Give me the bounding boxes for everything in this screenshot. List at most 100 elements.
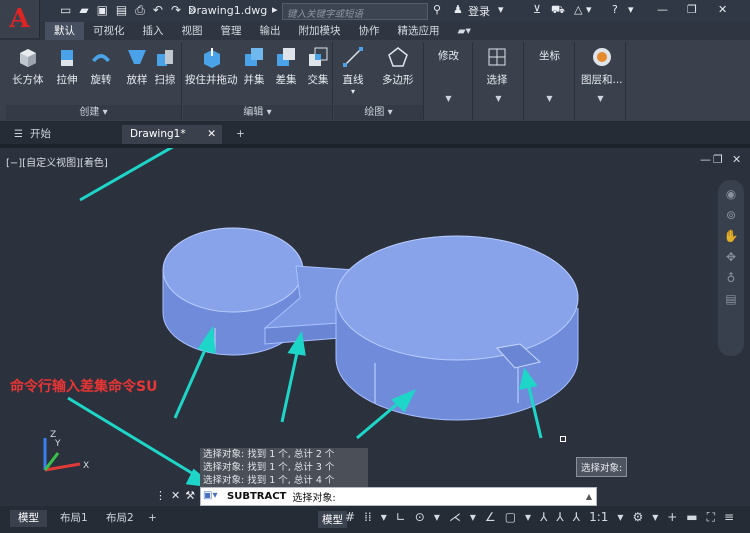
tracking-icon[interactable]: ▢ [505,510,516,525]
dropdown-icon[interactable]: ▾ [628,3,634,16]
subtract-button[interactable]: 差集 [275,46,297,87]
help-icon[interactable]: ? [612,3,618,16]
history-dropdown-icon[interactable]: ▲ [586,492,592,501]
model-space-button[interactable]: 模型 [318,511,347,528]
tab-collaborate[interactable]: 协作 [350,22,389,40]
extrude-button[interactable]: 拉伸 [56,46,78,87]
user-icon[interactable]: ♟ [453,3,463,16]
tab-output[interactable]: 输出 [251,22,290,40]
auto-scale-icon[interactable]: ⅄ [556,510,563,525]
fullscreen-icon[interactable]: ⛶ [707,510,715,525]
triangle-icon[interactable]: △ [574,3,582,16]
tab-view[interactable]: 视图 [173,22,212,40]
panel-edit-title[interactable]: 编辑 ▾ [183,105,332,120]
panel-draw-title[interactable]: 绘图 ▾ [334,105,423,120]
dropdown-icon[interactable]: ▾ [434,510,440,525]
customize-icon[interactable]: ≡ [724,510,734,525]
tab-addins[interactable]: 附加模块 [290,22,350,40]
polar-icon[interactable]: ⊙ [415,510,425,525]
intersect-icon [309,47,328,66]
tab-start[interactable]: 开始 [22,125,59,144]
minimize-icon[interactable]: — [657,3,668,16]
dropdown-icon[interactable]: ▾ [652,510,658,525]
autocad-logo[interactable]: A [0,0,40,38]
search-input[interactable]: 键入关键字或短语 [282,3,428,20]
drawing-viewport[interactable]: [−][自定义视图][着色] — ❐ ✕ ◉ ⊚ ✋ ✥ ♁ ▤ Z Y X 命… [0,144,750,506]
dropdown-icon[interactable]: ▾ [586,3,592,16]
drag-handle-icon[interactable]: ⋮ [155,489,166,502]
select-button[interactable]: 选择 [486,46,508,87]
cart-icon[interactable]: ⊻ [533,3,541,16]
box-button[interactable]: 长方体 [12,46,44,87]
new-tab-icon[interactable]: + [228,125,253,144]
ortho-icon[interactable]: ∟ [396,510,406,525]
loft-button[interactable]: 放样 [126,46,148,87]
restore-icon[interactable]: ❐ [687,3,697,16]
dropdown-icon[interactable]: ▾ [381,510,387,525]
tab-manage[interactable]: 管理 [212,22,251,40]
tab-drawing1[interactable]: Drawing1* ✕ [122,125,222,144]
layers-icon [592,48,611,66]
video-icon[interactable]: ▰▾ [449,22,480,40]
modify-button[interactable]: 修改 [425,48,472,63]
layout-tab-model[interactable]: 模型 [10,510,47,527]
annotation-visibility-icon[interactable]: ⅄ [540,510,547,525]
chevron-down-icon[interactable]: ▼ [576,94,625,103]
isolate-icon[interactable]: ▬ [686,510,697,525]
tab-visualize[interactable]: 可视化 [84,22,134,40]
redo-icon[interactable]: ↷ [171,3,181,18]
chevron-down-icon[interactable]: ▼ [525,94,574,103]
add-layout-icon[interactable]: + [140,510,165,527]
chevron-down-icon[interactable]: ▼ [474,94,523,103]
object-snap-icon[interactable]: ∠ [485,510,496,525]
open-folder-icon[interactable]: ▰ [79,3,88,18]
undo-icon[interactable]: ↶ [153,3,163,18]
grid-icon[interactable]: # [345,510,355,525]
dropdown-icon[interactable]: ▾ [470,510,476,525]
customize-wrench-icon[interactable]: ⚒ [185,489,195,502]
document-tabs: ☰ 开始 Drawing1* ✕ + [0,122,750,144]
tab-featured-apps[interactable]: 精选应用 [389,22,449,40]
tab-default[interactable]: 默认 [45,22,84,40]
binoculars-icon[interactable]: ⚲ [433,3,441,16]
print-icon[interactable]: ⎙ [135,3,145,18]
union-icon [245,48,263,66]
select-cube-icon [488,48,506,66]
autocad-window: ▭ ▰ ▣ ▤ ⎙ ↶ ↷ » Drawing1.dwg ▸ 键入关键字或短语 … [0,0,750,533]
annotation-scale-icon[interactable]: ⅄ [573,510,580,525]
intersect-button[interactable]: 交集 [307,46,329,87]
close-command-icon[interactable]: ✕ [171,489,180,502]
polygon-button[interactable]: 多边形 [382,46,414,87]
union-button[interactable]: 并集 [243,46,265,87]
new-file-icon[interactable]: ▭ [60,3,71,18]
isodraft-icon[interactable]: ⋌ [449,510,461,525]
chevron-down-icon[interactable]: ▼ [425,94,472,103]
line-button[interactable]: 直线 ▾ [342,46,364,96]
layers-button[interactable]: 图层和... [581,46,623,87]
command-input[interactable]: SUBTRACT 选择对象: ▲ [200,487,597,506]
coordinates-button[interactable]: 坐标 [525,48,574,63]
command-icon[interactable]: ▣▾ [203,490,223,504]
gear-icon[interactable]: ⚙ [632,510,643,525]
presspull-button[interactable]: 按住并拖动 [185,46,238,87]
document-title: Drawing1.dwg [188,4,268,17]
layout-tab-layout1[interactable]: 布局1 [52,510,96,527]
panel-edit: 按住并拖动 并集 差集 交集 编辑 ▾ [183,42,333,120]
plus-icon[interactable]: + [667,510,677,525]
panel-create-title[interactable]: 创建 ▾ [6,105,181,120]
scale-value[interactable]: 1:1 [589,510,608,525]
revolve-button[interactable]: 旋转 [90,46,112,87]
close-tab-icon[interactable]: ✕ [207,125,216,144]
save-icon[interactable]: ▣ [97,3,108,18]
login-link[interactable]: 登录 [468,3,490,19]
dropdown-icon[interactable]: ▾ [617,510,623,525]
exchange-icon[interactable]: ⛟ [551,3,565,18]
sweep-button[interactable]: 扫掠 [154,46,176,87]
save-as-icon[interactable]: ▤ [116,3,127,18]
tab-insert[interactable]: 插入 [134,22,173,40]
close-icon[interactable]: ✕ [718,3,727,16]
dropdown-icon[interactable]: ▾ [525,510,531,525]
dropdown-icon[interactable]: ▾ [498,3,504,16]
layout-tab-layout2[interactable]: 布局2 [98,510,142,527]
snap-icon[interactable]: ⁞⁞ [364,510,372,525]
